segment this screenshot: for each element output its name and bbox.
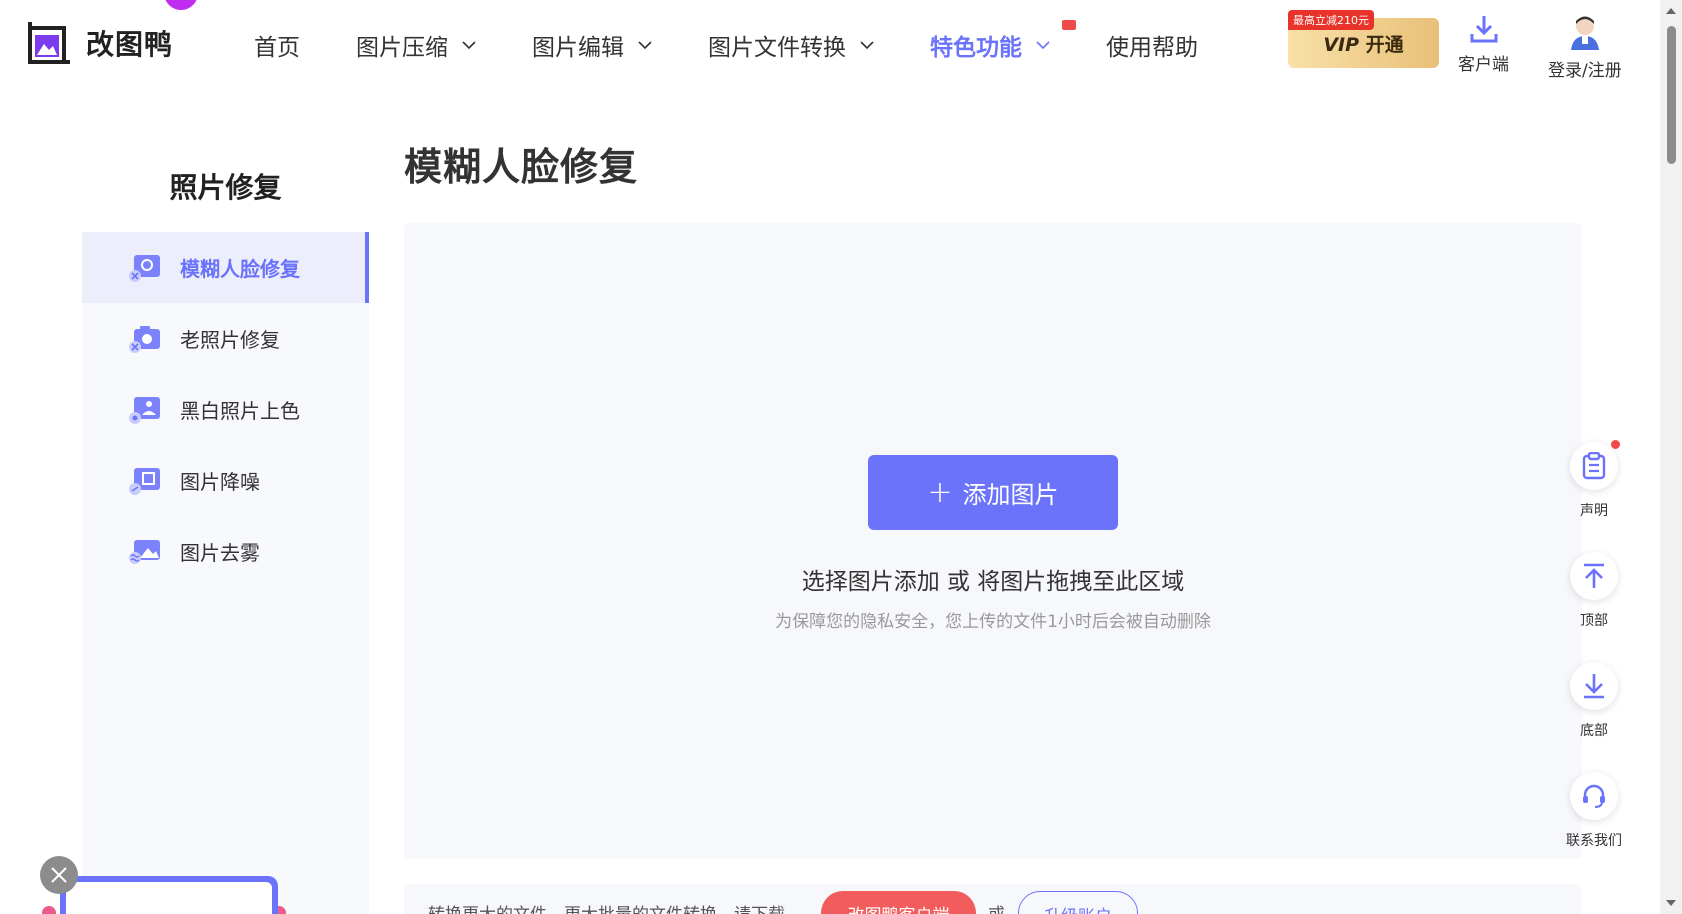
clipboard-icon <box>1582 452 1606 480</box>
contact-us-button[interactable]: 联系我们 <box>1566 772 1622 850</box>
vip-label: VIP 开通 <box>1323 30 1403 57</box>
scroll-down-icon[interactable] <box>1666 900 1676 906</box>
notification-dot <box>1611 440 1620 449</box>
top-header: 改图鸭 首页 图片压缩 图片编辑 图片文件转换 特色功能 使用帮助 最高立减21… <box>0 0 1660 90</box>
promo-popup-inner <box>66 882 272 914</box>
login-label: 登录/注册 <box>1548 61 1622 81</box>
sidebar-item-label: 黑白照片上色 <box>180 399 300 423</box>
nav-help[interactable]: 使用帮助 <box>1106 28 1198 62</box>
denoise-icon <box>129 467 160 495</box>
sidebar-item-label: 模糊人脸修复 <box>180 257 300 281</box>
nav-compress-label: 图片压缩 <box>356 35 448 61</box>
promo-close-button[interactable] <box>40 856 78 894</box>
statement-circle <box>1570 440 1620 490</box>
add-image-label: 添加图片 <box>962 481 1059 509</box>
download-client-button[interactable]: 改图鸭客户端 <box>821 891 976 914</box>
top-circle <box>1570 552 1618 600</box>
nav-home[interactable]: 首页 <box>254 28 300 62</box>
bottom-label: 底部 <box>1580 723 1608 739</box>
nav-edit[interactable]: 图片编辑 <box>532 28 652 62</box>
nav-edit-label: 图片编辑 <box>532 35 624 61</box>
scroll-thumb[interactable] <box>1667 26 1676 164</box>
sidebar-item-face-restore[interactable]: 模糊人脸修复 <box>82 232 369 303</box>
close-icon <box>51 867 67 883</box>
upload-drop-zone[interactable]: + 添加图片 选择图片添加 或 将图片拖拽至此区域 为保障您的隐私安全，您上传的… <box>404 223 1582 859</box>
chevron-down-icon <box>1036 41 1050 50</box>
promo-text: 转换更大的文件，更大批量的文件转换，请下载 <box>428 900 785 914</box>
face-restore-icon <box>129 254 160 282</box>
statement-label: 声明 <box>1580 503 1608 519</box>
vip-button[interactable]: 最高立减210元 VIP 开通 <box>1288 10 1439 68</box>
client-label: 客户端 <box>1458 55 1509 75</box>
vip-discount-tag: 最高立减210元 <box>1288 10 1374 30</box>
add-image-button[interactable]: + 添加图片 <box>868 455 1118 530</box>
chevron-down-icon <box>638 41 652 50</box>
dehaze-icon <box>129 539 160 564</box>
go-to-bottom-button[interactable]: 底部 <box>1568 662 1620 740</box>
promo-popup[interactable] <box>60 876 278 914</box>
sidebar-item-old-photo[interactable]: 老照片修复 <box>82 303 369 374</box>
download-promo-bar: 转换更大的文件，更大批量的文件转换，请下载 改图鸭客户端 或 升级账户 <box>404 884 1582 914</box>
or-text: 或 <box>988 900 1005 914</box>
upgrade-account-button[interactable]: 升级账户 <box>1018 891 1138 914</box>
sidebar-item-colorize[interactable]: 黑白照片上色 <box>82 374 369 445</box>
hot-badge <box>1062 20 1076 30</box>
plus-icon: + <box>927 475 953 510</box>
sidebar-item-label: 图片降噪 <box>180 470 260 494</box>
nav-features[interactable]: 特色功能 <box>930 20 1076 62</box>
scroll-up-icon[interactable] <box>1666 8 1676 14</box>
arrow-down-icon <box>1584 674 1604 699</box>
back-to-top-button[interactable]: 顶部 <box>1568 552 1620 630</box>
drop-hint: 选择图片添加 或 将图片拖拽至此区域 <box>801 569 1185 595</box>
sidebar-item-label: 老照片修复 <box>180 328 280 352</box>
contact-circle <box>1570 772 1618 820</box>
nav-help-label: 使用帮助 <box>1106 35 1198 61</box>
nav-convert-label: 图片文件转换 <box>708 35 846 61</box>
arrow-up-icon <box>1584 563 1604 588</box>
camera-repair-icon <box>129 325 160 353</box>
avatar-icon <box>1570 16 1599 50</box>
download-icon <box>1470 16 1497 43</box>
contact-label: 联系我们 <box>1566 833 1622 849</box>
vip-label-open: 开通 <box>1365 33 1404 56</box>
brand-logo[interactable]: 改图鸭 <box>26 20 173 66</box>
page-title: 模糊人脸修复 <box>404 145 639 189</box>
top-label: 顶部 <box>1580 613 1608 629</box>
promo-decor-left <box>42 906 56 914</box>
sidebar-item-label: 图片去雾 <box>180 541 260 565</box>
bottom-circle <box>1570 662 1618 710</box>
privacy-notice: 为保障您的隐私安全，您上传的文件1小时后会被自动删除 <box>775 612 1211 632</box>
sidebar-item-dehaze[interactable]: 图片去雾 <box>82 516 369 587</box>
statement-button[interactable]: 声明 <box>1568 440 1620 520</box>
main-nav: 首页 图片压缩 图片编辑 图片文件转换 特色功能 使用帮助 <box>254 20 1254 64</box>
chevron-down-icon <box>860 41 874 50</box>
sidebar-title: 照片修复 <box>169 171 282 204</box>
sidebar: 照片修复 模糊人脸修复 老照片修复 黑白照片上色 图片降噪 图片去雾 <box>82 130 369 914</box>
chevron-down-icon <box>462 41 476 50</box>
nav-home-label: 首页 <box>254 35 300 61</box>
client-download-button[interactable]: 客户端 <box>1458 14 1509 75</box>
nav-compress[interactable]: 图片压缩 <box>356 28 476 62</box>
nav-features-label: 特色功能 <box>930 35 1022 61</box>
login-register-button[interactable]: 登录/注册 <box>1548 14 1622 81</box>
colorize-icon <box>129 396 160 424</box>
logo-icon <box>26 20 72 66</box>
page-scrollbar[interactable] <box>1660 0 1682 914</box>
decor-dot <box>164 0 198 10</box>
brand-name: 改图鸭 <box>86 28 174 61</box>
vip-label-vip: VIP <box>1323 33 1360 56</box>
nav-convert[interactable]: 图片文件转换 <box>708 28 874 62</box>
sidebar-list: 模糊人脸修复 老照片修复 黑白照片上色 图片降噪 图片去雾 <box>82 232 369 914</box>
headset-icon <box>1583 784 1605 808</box>
sidebar-item-denoise[interactable]: 图片降噪 <box>82 445 369 516</box>
